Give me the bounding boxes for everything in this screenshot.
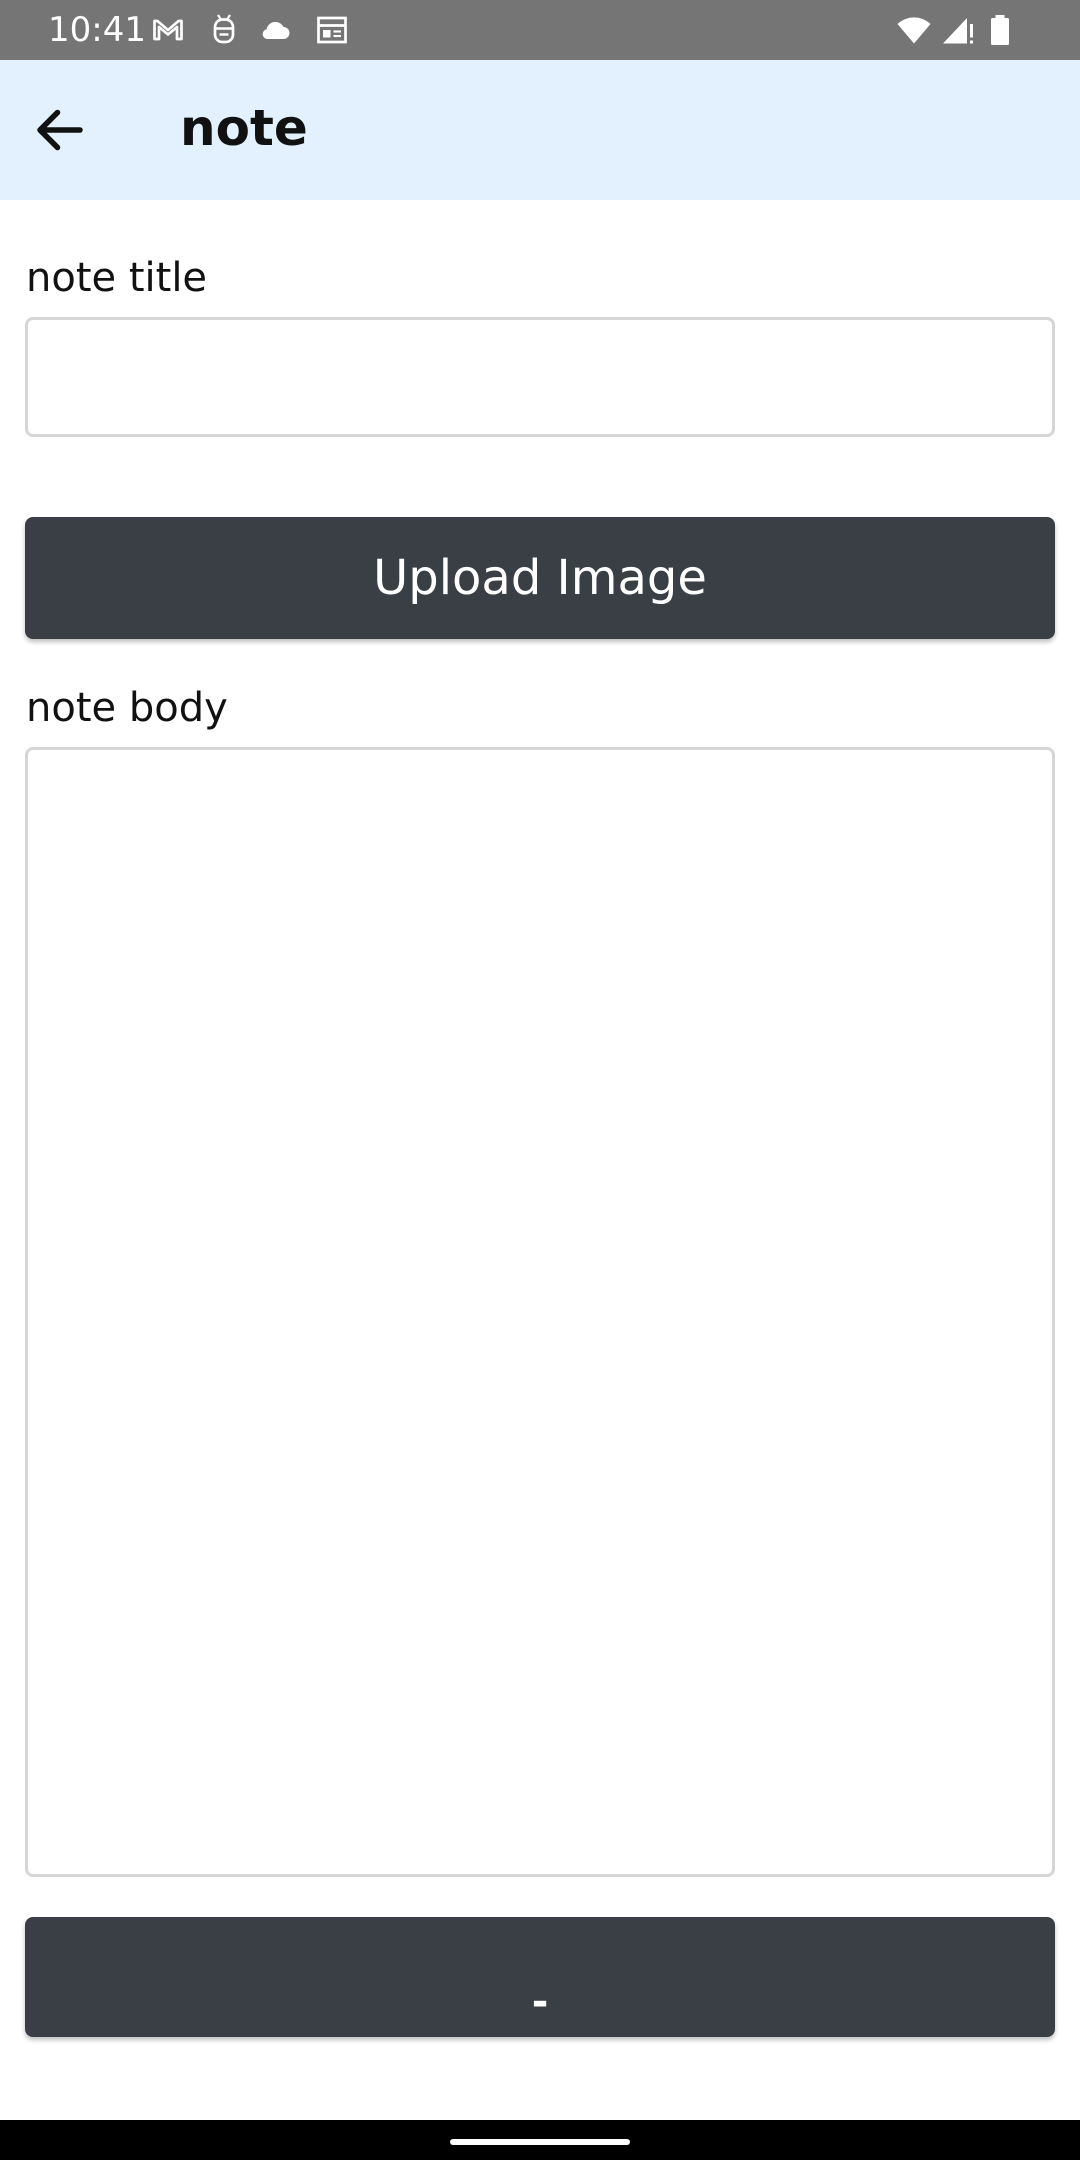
cell-signal-icon xyxy=(940,12,976,48)
page-title: note xyxy=(180,99,308,157)
note-body-label: note body xyxy=(26,685,228,731)
gmail-icon xyxy=(150,12,186,48)
note-title-label: note title xyxy=(26,255,208,301)
cloud-icon xyxy=(258,12,294,48)
app-bar: note xyxy=(0,60,1080,200)
calendar-icon xyxy=(314,12,350,48)
battery-icon xyxy=(982,12,1018,48)
status-time: 10:41 xyxy=(48,10,146,50)
wifi-icon xyxy=(896,12,932,48)
android-debug-icon xyxy=(206,12,242,48)
back-button[interactable] xyxy=(30,100,90,160)
upload-image-button-label: Upload Image xyxy=(373,550,707,606)
arrow-back-icon xyxy=(30,100,90,160)
save-note-button[interactable]: - xyxy=(25,1917,1055,2037)
home-gesture-handle[interactable] xyxy=(450,2139,630,2145)
upload-image-button[interactable]: Upload Image xyxy=(25,517,1055,639)
note-body-input[interactable] xyxy=(25,747,1055,1877)
system-nav-bar xyxy=(0,2120,1080,2160)
status-bar: 10:41 xyxy=(0,0,1080,60)
note-editor-screen: 10:41 note note title Upload Image note … xyxy=(0,0,1080,2160)
save-note-button-label: - xyxy=(531,1979,549,2025)
note-title-input[interactable] xyxy=(25,317,1055,437)
